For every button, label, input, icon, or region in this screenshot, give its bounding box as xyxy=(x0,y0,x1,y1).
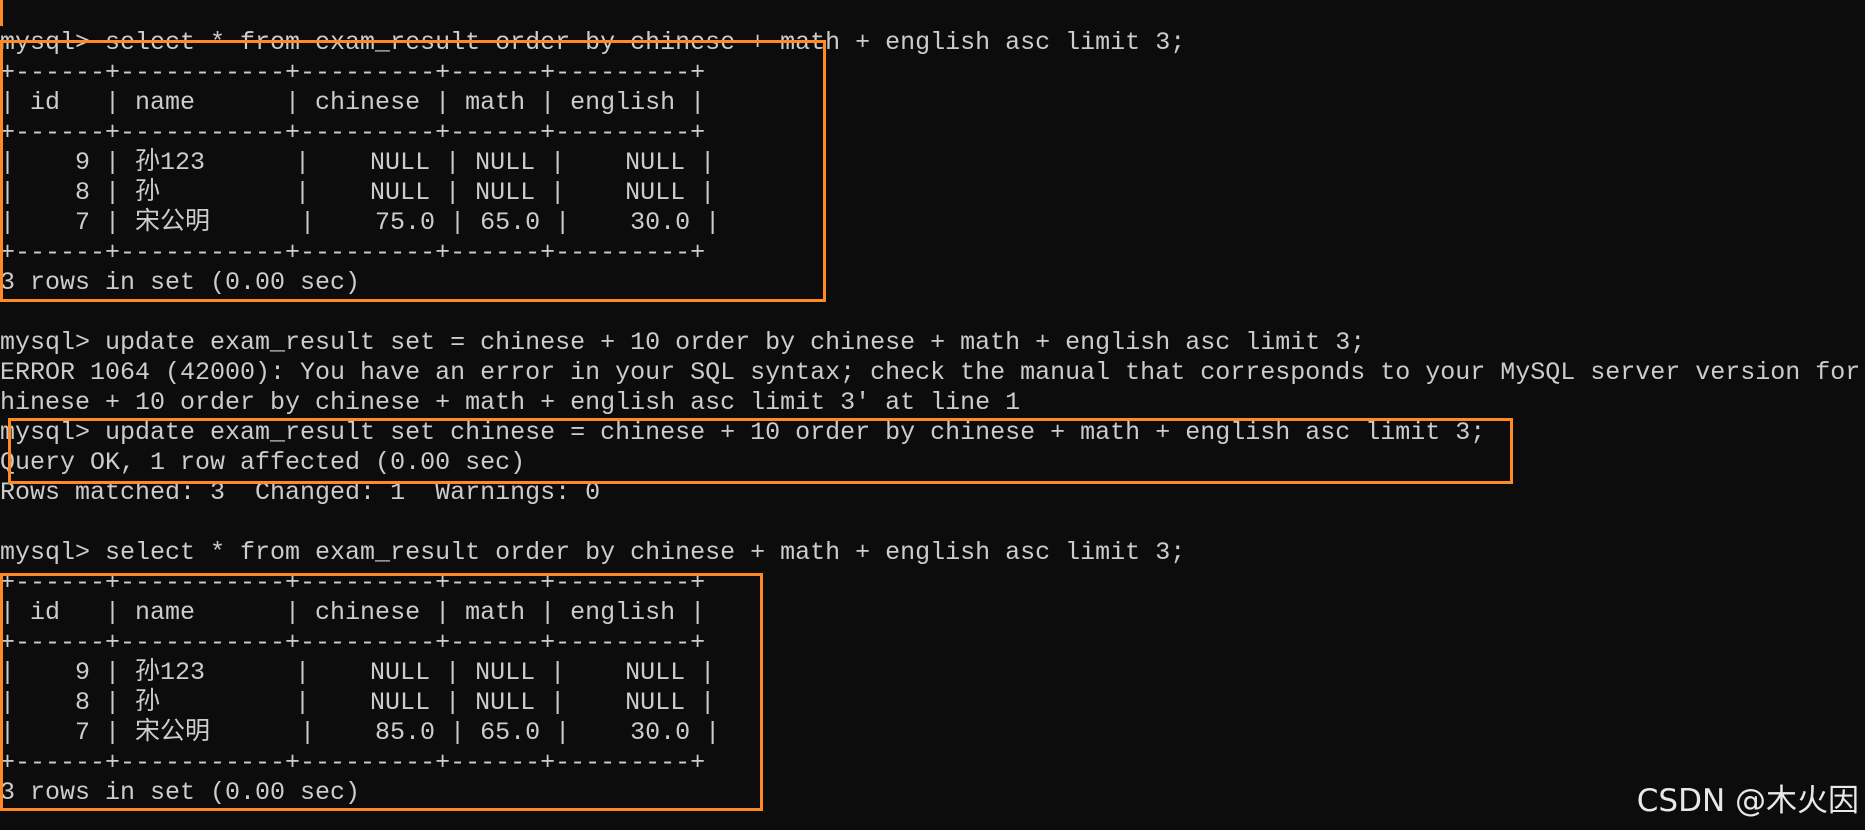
error-message-continued: hinese + 10 order by chinese + math + en… xyxy=(0,388,1021,417)
table-border: +------+-----------+---------+------+---… xyxy=(0,118,706,147)
cursor-marker xyxy=(0,0,3,26)
table-row: | 9 | 孙123 | NULL | NULL | NULL | xyxy=(0,148,716,177)
table-row: | 7 | 宋公明 | 85.0 | 65.0 | 30.0 | xyxy=(0,718,721,747)
terminal-line-command: mysql> select * from exam_result order b… xyxy=(0,28,1186,57)
terminal-line-command: mysql> update exam_result set = chinese … xyxy=(0,328,1366,357)
result-summary: 3 rows in set (0.00 sec) xyxy=(0,778,361,807)
table-row: | 8 | 孙 | NULL | NULL | NULL | xyxy=(0,178,716,207)
table-border: +------+-----------+---------+------+---… xyxy=(0,628,706,657)
result-summary: 3 rows in set (0.00 sec) xyxy=(0,268,361,297)
terminal-line-command: mysql> select * from exam_result order b… xyxy=(0,538,1186,567)
table-border: +------+-----------+---------+------+---… xyxy=(0,58,706,87)
watermark: CSDN @木火因 xyxy=(1636,783,1859,819)
table-row: | 9 | 孙123 | NULL | NULL | NULL | xyxy=(0,658,716,687)
rows-matched-message: Rows matched: 3 Changed: 1 Warnings: 0 xyxy=(0,478,601,507)
table-header-row: | id | name | chinese | math | english | xyxy=(0,88,706,117)
error-message: ERROR 1064 (42000): You have an error in… xyxy=(0,358,1861,387)
table-row: | 8 | 孙 | NULL | NULL | NULL | xyxy=(0,688,716,717)
table-border: +------+-----------+---------+------+---… xyxy=(0,748,706,777)
table-row: | 7 | 宋公明 | 75.0 | 65.0 | 30.0 | xyxy=(0,208,721,237)
query-ok-message: Query OK, 1 row affected (0.00 sec) xyxy=(0,448,526,477)
table-border: +------+-----------+---------+------+---… xyxy=(0,238,706,267)
table-header-row: | id | name | chinese | math | english | xyxy=(0,598,706,627)
terminal-output[interactable]: mysql> select * from exam_result order b… xyxy=(0,28,1860,808)
table-border: +------+-----------+---------+------+---… xyxy=(0,568,706,597)
terminal-line-command: mysql> update exam_result set chinese = … xyxy=(0,418,1486,447)
